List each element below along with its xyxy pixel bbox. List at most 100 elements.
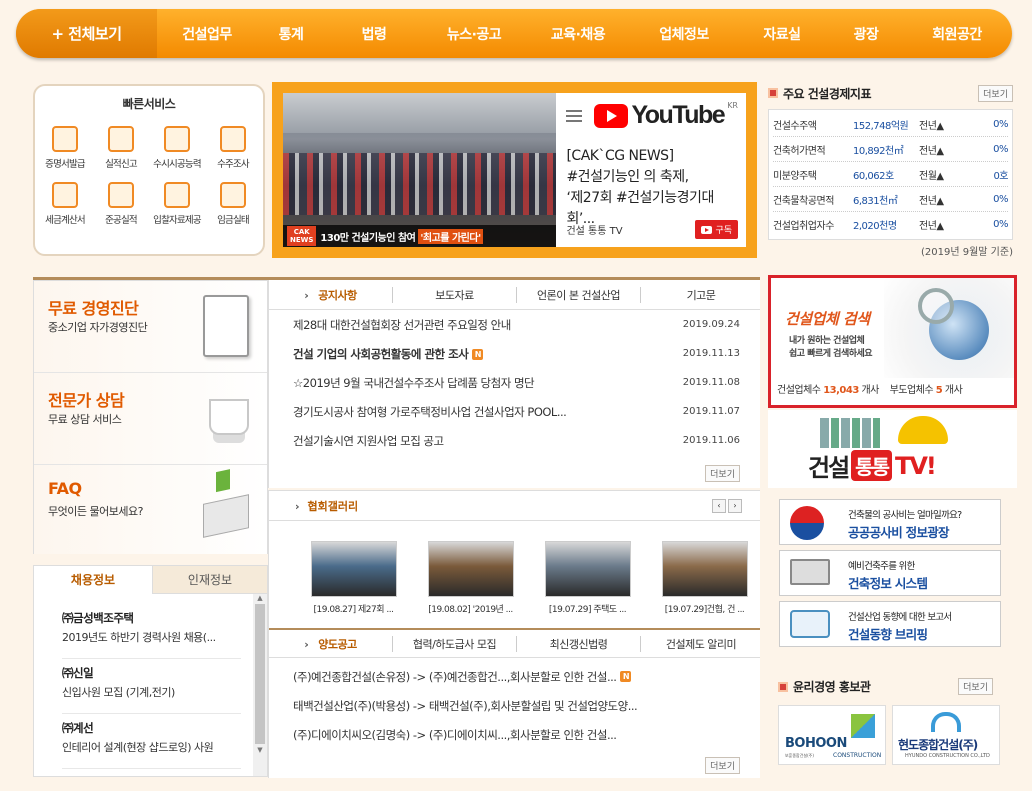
youtube-logo[interactable]: YouTube KR [594, 101, 738, 130]
bar-chart-icon [164, 126, 190, 152]
indicators-more-button[interactable]: 더보기 [978, 84, 1013, 102]
indicators-panel: 주요 건설경제지표 더보기 건설수주액 152,748억원 전년▲ 0% 건축허가면적 1… [768, 82, 1013, 260]
gallery-item[interactable]: [19.07.29] 주택도 ... [535, 541, 640, 615]
tab-label: 보도자료 [435, 288, 474, 302]
tongtong-tv-banner[interactable]: 건설 통통 TV! [768, 410, 1017, 488]
transfer-row[interactable]: 태백건설산업(주)(박용성) -> 태백건설(주),회사분할설립 및 건설업양도… [293, 691, 740, 720]
tab-transfer-3[interactable]: 건설제도 알리미 [641, 636, 761, 652]
indicator-row[interactable]: 건축허가면적 10,892천㎡ 전년▲ 0% [773, 137, 1009, 162]
side-banner-1[interactable]: 예비건축주를 위한 건축정보 시스템 [779, 550, 1001, 596]
tab-transfer-0[interactable]: › 양도공고 [269, 635, 393, 652]
nav-all-menu[interactable]: + 전체보기 [16, 9, 157, 58]
transfer-row[interactable]: (주)예건종합건설(손유정) -> (주)예건종합건...,회사분할로 인한 건… [293, 662, 740, 691]
gallery-thumbnail [310, 541, 397, 597]
company-search-banner[interactable]: 건설업체 검색 내가 원하는 건설업체 쉽고 빠르게 검색하세요 건설업체수 1… [768, 275, 1017, 408]
tab-transfer-1[interactable]: 협력/하도급사 모집 [393, 635, 517, 652]
notice-row[interactable]: ☆2019년 9월 국내건설수주조사 답례품 당첨자 명단 2019.11.08 [293, 368, 740, 397]
people-icon [220, 182, 246, 208]
job-row[interactable]: ㈜신일 신입사원 모집 (기계,전기) [62, 659, 241, 714]
nav-construction[interactable]: 건설업무 [157, 24, 257, 44]
gallery-prev-button[interactable]: ‹ [712, 498, 726, 513]
tab-talent[interactable]: 인재정보 [152, 566, 267, 594]
transfer-more-button[interactable]: 더보기 [705, 757, 740, 774]
bohoon-logo[interactable]: BOHOON CONSTRUCTION 보훈종합건설(주) [778, 705, 886, 765]
video-thumbnail[interactable]: CAK NEWS 130만 건설기능인 참여 '최고를 가린다' [283, 93, 557, 247]
tab-transfer-2[interactable]: 최신갱신법령 [517, 635, 641, 652]
job-desc: 신입사원 모집 (기계,전기) [62, 686, 175, 699]
video-caption-highlight: '최고를 가린다' [418, 228, 483, 244]
indicator-compare: 전년▲ [919, 120, 944, 132]
banner-line1: 예비건축주를 위한 [848, 561, 915, 572]
indicator-row[interactable]: 건설업취업자수 2,020천명 전년▲ 0% [773, 212, 1009, 237]
tab-notice-3[interactable]: 기고문 [641, 287, 761, 303]
ethics-more-button[interactable]: 더보기 [958, 678, 993, 695]
side-banner-0[interactable]: 건축물의 공사비는 얼마일까요? 공공공사비 정보광장 [779, 499, 1001, 545]
menu-icon[interactable] [566, 107, 583, 125]
job-row[interactable]: ㈜계선 인테리어 설계(현장 샵드로잉) 사원 [62, 714, 241, 769]
indicator-row[interactable]: 건설수주액 152,748억원 전년▲ 0% [773, 112, 1009, 137]
tab-label: 언론이 본 건설산업 [537, 288, 620, 302]
invoice-icon [52, 182, 78, 208]
nav-news[interactable]: 뉴스·공고 [423, 24, 525, 44]
side-banner-2[interactable]: 건설산업 동향에 대한 보고서 건설동향 브리핑 [779, 601, 1001, 647]
building-icon [108, 182, 134, 208]
korea-emblem-icon [790, 506, 824, 540]
tab-jobs[interactable]: 채용정보 [34, 566, 152, 594]
nav-company-info[interactable]: 업체정보 [631, 24, 737, 44]
bohoon-sub: CONSTRUCTION [833, 752, 882, 759]
indicator-row[interactable]: 건축물착공면적 6,831천㎡ 전년▲ 0% [773, 187, 1009, 212]
indicator-row[interactable]: 미분양주택 60,062호 전월▲ 0호 [773, 162, 1009, 187]
promo-column: 무료 경영진단 중소기업 자가경영진단 전문가 상담 무료 상담 서비스 FAQ 무엇이든… [33, 280, 268, 554]
quick-service-item[interactable]: 준공실적 [93, 182, 149, 226]
gallery-thumbnail [427, 541, 514, 597]
promo-0[interactable]: 무료 경영진단 중소기업 자가경영진단 [34, 281, 267, 373]
notice-title: ☆2019년 9월 국내건설수주조사 답례품 당첨자 명단 [293, 375, 535, 390]
jobs-scrollbar[interactable]: ▲ ▼ [253, 594, 267, 776]
quick-service-item[interactable]: 수주조사 [205, 126, 261, 170]
quick-service-item[interactable]: 입찰자료제공 [149, 182, 205, 226]
tab-notice-1[interactable]: 보도자료 [393, 286, 517, 303]
promo-1[interactable]: 전문가 상담 무료 상담 서비스 [34, 373, 267, 465]
nav-stats[interactable]: 통계 [257, 24, 325, 44]
nav-resources[interactable]: 자료실 [737, 24, 827, 44]
notice-row[interactable]: 경기도시공사 참여형 가로주택정비사업 건설사업자 POOL... 2019.11… [293, 397, 740, 426]
notice-more-button[interactable]: 더보기 [705, 465, 740, 482]
gallery-item[interactable]: [19.08.02] '2019년 ... [418, 541, 523, 615]
gallery-caption: [19.08.02] '2019년 ... [428, 605, 513, 615]
tab-label: 건설제도 알리미 [665, 637, 737, 651]
job-row[interactable]: 삼도종합건설 [62, 769, 241, 776]
job-row[interactable]: ㈜금성백조주택 2019년도 하반기 경력사원 채용(... [62, 604, 241, 659]
video-title[interactable]: [CAK`CG NEWS] #건설기능인 의 축제, ‘제27회 #건설기능경기… [566, 146, 738, 230]
arrow-icon: › [304, 637, 309, 651]
tab-notice-2[interactable]: 언론이 본 건설산업 [517, 286, 641, 303]
quick-service-item[interactable]: 수시시공능력 [149, 126, 205, 170]
nav-members[interactable]: 회원공간 [905, 24, 1009, 44]
quick-service-item[interactable]: 실적신고 [93, 126, 149, 170]
quick-service-item[interactable]: 증명서발급 [37, 126, 93, 170]
hyundo-logo[interactable]: 현도종합건설(주) HYUNDO CONSTRUCTION CO.,LTD [892, 705, 1000, 765]
gallery-item[interactable]: [19.07.29]건협, 건 ... [652, 541, 757, 615]
subscribe-button[interactable]: 구독 [695, 220, 738, 239]
tv-part2: 통통 [851, 450, 892, 481]
indicator-pct: 0% [993, 219, 1008, 230]
notice-row[interactable]: 제28대 대한건설협회장 선거관련 주요일정 안내 2019.09.24 [293, 310, 740, 339]
ethics-title-text: 윤리경영 홍보관 [793, 680, 871, 694]
nav-plaza[interactable]: 광장 [827, 24, 905, 44]
faq-icon [203, 469, 249, 538]
tab-notice-0[interactable]: › 공지사항 [269, 286, 393, 303]
nav-education[interactable]: 교육·채용 [525, 24, 631, 44]
nav-law[interactable]: 법령 [325, 24, 423, 44]
notice-row[interactable]: 건설기술시연 지원사업 모집 공고 2019.11.06 [293, 426, 740, 455]
quick-service-item[interactable]: 세금계산서 [37, 182, 93, 226]
bohoon-kr: 보훈종합건설(주) [785, 753, 814, 758]
channel-name[interactable]: 건설 통통 TV [566, 222, 622, 237]
transfer-row[interactable]: (주)디에이치씨오(김명숙) -> (주)디에이치씨...,회사분할로 인한 건… [293, 720, 740, 749]
quick-service-label: 입찰자료제공 [153, 215, 201, 226]
gallery-item[interactable]: [19.08.27] 제27회 ... [301, 541, 406, 615]
transfer-text: (주)디에이치씨오(김명숙) -> (주)디에이치씨...,회사분할로 인한 건… [293, 727, 617, 742]
promo-2[interactable]: FAQ 무엇이든 물어보세요? [34, 465, 267, 554]
quick-service-item[interactable]: 임금실태 [205, 182, 261, 226]
indicator-pct: 0% [993, 143, 1008, 155]
gallery-next-button[interactable]: › [728, 498, 742, 513]
notice-row[interactable]: 건설 기업의 사회공헌활동에 관한 조사 N 2019.11.13 [293, 339, 740, 368]
